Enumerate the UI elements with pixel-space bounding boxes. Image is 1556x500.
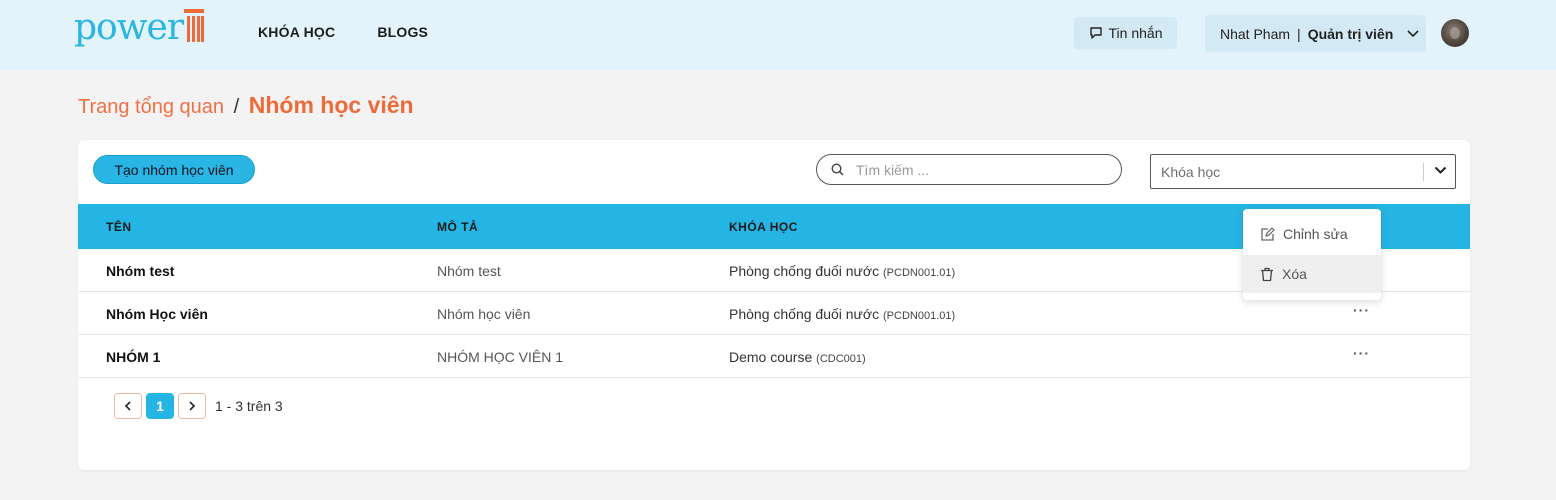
column-header-name[interactable]: TÊN xyxy=(106,220,132,234)
create-group-button[interactable]: Tạo nhóm học viên xyxy=(93,155,255,184)
logo[interactable]: power xyxy=(74,7,205,48)
messages-button[interactable]: Tin nhắn xyxy=(1074,17,1177,49)
prev-page-button[interactable] xyxy=(114,393,142,419)
course-code: (CDC001) xyxy=(816,353,866,365)
row-actions-menu: Chỉnh sửa Xóa xyxy=(1243,209,1381,300)
course-select-placeholder: Khóa học xyxy=(1161,163,1221,180)
main-nav: KHÓA HỌC BLOGS xyxy=(258,24,428,40)
chat-icon xyxy=(1089,27,1102,39)
breadcrumb-separator: / xyxy=(233,96,240,118)
group-description: Nhóm học viên xyxy=(437,306,531,322)
group-course: Phòng chống đuối nước (PCDN001.01) xyxy=(729,263,956,279)
breadcrumb: Trang tổng quan / Nhóm học viên xyxy=(78,92,414,119)
column-header-description[interactable]: MÔ TẢ xyxy=(437,220,478,234)
messages-label: Tin nhắn xyxy=(1108,25,1163,41)
nav-blogs[interactable]: BLOGS xyxy=(377,24,428,40)
logo-text: power xyxy=(74,7,184,48)
pagination: 1 1 - 3 trên 3 xyxy=(114,393,283,419)
chevron-left-icon xyxy=(124,401,131,411)
course-code: (PCDN001.01) xyxy=(883,267,956,279)
group-course: Phòng chống đuối nước (PCDN001.01) xyxy=(729,306,956,322)
search-box xyxy=(816,154,1122,185)
user-separator: | xyxy=(1297,25,1301,42)
nav-courses[interactable]: KHÓA HỌC xyxy=(258,24,335,40)
page-button-current[interactable]: 1 xyxy=(146,393,174,419)
edit-label: Chỉnh sửa xyxy=(1283,226,1348,242)
breadcrumb-dashboard-link[interactable]: Trang tổng quan xyxy=(78,96,224,118)
next-page-button[interactable] xyxy=(178,393,206,419)
course-code: (PCDN001.01) xyxy=(883,310,956,322)
group-description: Nhóm test xyxy=(437,263,501,279)
table-row: NHÓM 1 NHÓM HỌC VIÊN 1 Demo course (CDC0… xyxy=(78,335,1470,378)
pagination-info: 1 - 3 trên 3 xyxy=(215,398,283,414)
row-actions-icon[interactable]: ··· xyxy=(1353,302,1370,318)
user-name: Nhat Pham xyxy=(1220,25,1291,42)
select-divider xyxy=(1423,163,1424,181)
trash-icon xyxy=(1261,267,1273,281)
column-header-course[interactable]: KHÓA HỌC xyxy=(729,220,798,234)
group-name[interactable]: Nhóm Học viên xyxy=(106,306,208,322)
row-actions-icon[interactable]: ··· xyxy=(1353,345,1370,361)
group-course: Demo course (CDC001) xyxy=(729,349,866,365)
chevron-right-icon xyxy=(189,401,196,411)
delete-menu-item[interactable]: Xóa xyxy=(1243,255,1381,293)
top-header: power KHÓA HỌC BLOGS Tin nhắn Nhat Pham … xyxy=(0,0,1556,70)
search-input[interactable] xyxy=(856,161,1096,178)
chevron-down-icon xyxy=(1434,166,1447,175)
user-menu[interactable]: Nhat Pham | Quản trị viên xyxy=(1205,15,1426,52)
edit-icon xyxy=(1261,226,1275,241)
avatar[interactable] xyxy=(1441,19,1469,47)
logo-mark-icon xyxy=(184,9,205,45)
edit-menu-item[interactable]: Chỉnh sửa xyxy=(1243,215,1381,253)
user-role: Quản trị viên xyxy=(1307,25,1394,42)
course-select[interactable]: Khóa học xyxy=(1150,154,1456,189)
search-icon xyxy=(831,163,844,176)
chevron-down-icon xyxy=(1407,29,1419,38)
delete-label: Xóa xyxy=(1282,266,1307,282)
group-name[interactable]: NHÓM 1 xyxy=(106,349,160,365)
group-name[interactable]: Nhóm test xyxy=(106,263,174,279)
page-title: Nhóm học viên xyxy=(248,92,414,118)
group-description: NHÓM HỌC VIÊN 1 xyxy=(437,349,564,365)
groups-card: Tạo nhóm học viên Khóa học TÊN MÔ TẢ KHÓ… xyxy=(78,140,1470,470)
